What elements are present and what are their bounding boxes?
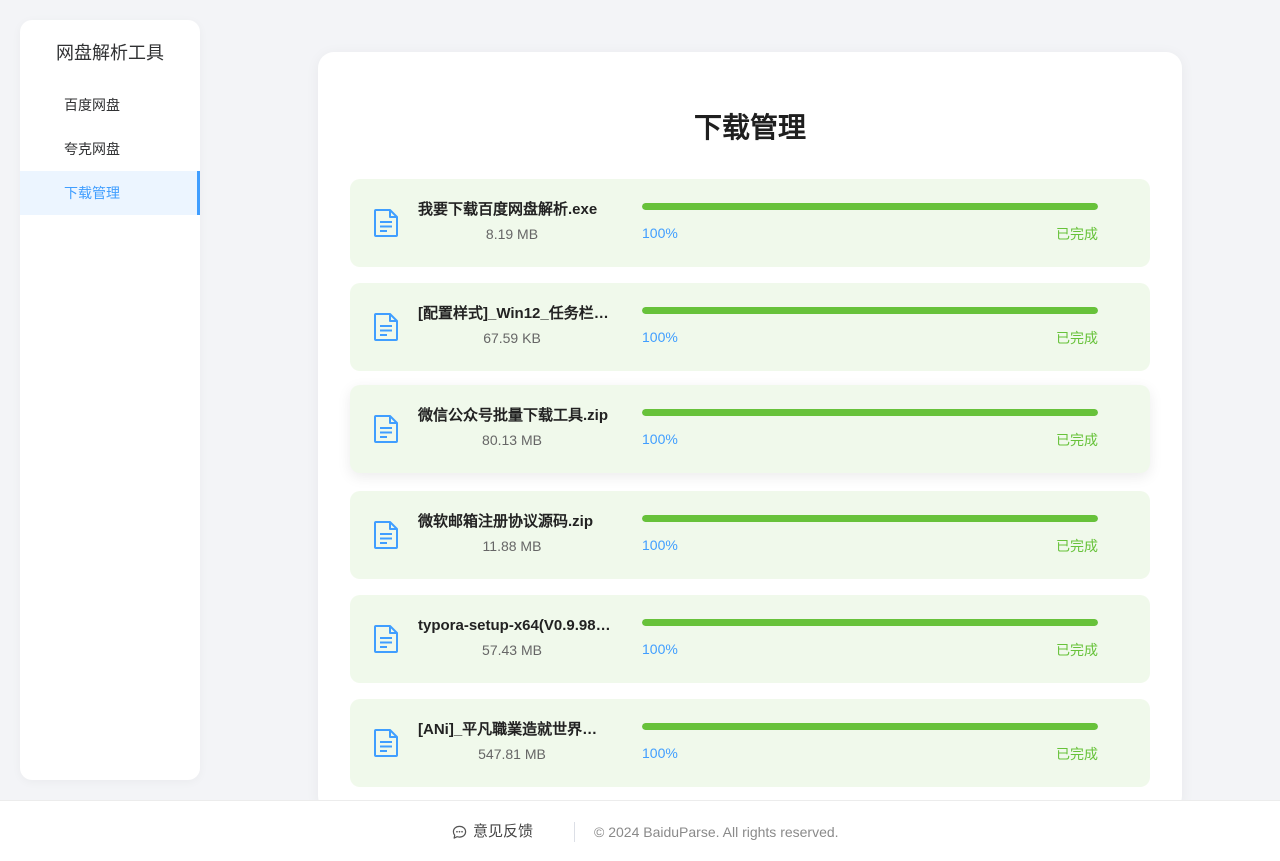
- footer: 意见反馈 © 2024 BaiduParse. All rights reser…: [0, 800, 1280, 861]
- footer-divider: [574, 822, 575, 842]
- download-item[interactable]: 微信公众号批量下载工具.zip 80.13 MB 100% 已完成: [350, 385, 1150, 473]
- file-size: 67.59 KB: [483, 330, 541, 346]
- download-item[interactable]: typora-setup-x64(V0.9.98).exe 57.43 MB 1…: [350, 595, 1150, 683]
- file-info: typora-setup-x64(V0.9.98).exe 57.43 MB: [412, 615, 612, 659]
- progress-bar: [642, 203, 1098, 210]
- sidebar-item-quark-pan[interactable]: 夸克网盘: [20, 127, 200, 171]
- progress-percent: 100%: [642, 329, 678, 345]
- file-size: 57.43 MB: [482, 642, 542, 658]
- file-name: 微信公众号批量下载工具.zip: [418, 407, 608, 424]
- file-info: 微软邮箱注册协议源码.zip 11.88 MB: [412, 511, 612, 555]
- progress-bar: [642, 307, 1098, 314]
- progress-percent: 100%: [642, 225, 678, 241]
- file-document-icon: [374, 521, 398, 549]
- progress-percent: 100%: [642, 537, 678, 553]
- file-size: 8.19 MB: [485, 226, 539, 242]
- file-name: [ANi]_平凡職業造就世界最強.mp4: [418, 721, 612, 738]
- progress-bar: [642, 619, 1098, 626]
- progress-fill: [642, 723, 1098, 730]
- progress-fill: [642, 619, 1098, 626]
- status-label: 已完成: [1056, 432, 1098, 448]
- file-document-icon: [374, 729, 398, 757]
- file-info: [ANi]_平凡職業造就世界最強.mp4 547.81 MB: [412, 719, 612, 763]
- file-name: 我要下载百度网盘解析.exe: [418, 201, 598, 218]
- progress-percent: 100%: [642, 431, 678, 447]
- status-label: 已完成: [1056, 538, 1098, 554]
- file-document-icon: [374, 313, 398, 341]
- progress-fill: [642, 409, 1098, 416]
- status-label: 已完成: [1056, 642, 1098, 658]
- sidebar-item-baidu-pan[interactable]: 百度网盘: [20, 83, 200, 127]
- sidebar-item-download-manager[interactable]: 下载管理: [20, 171, 200, 215]
- download-manager-panel: 下载管理 我要下载百度网盘解析.exe 8.19 MB 100% 已完成 [配置…: [318, 52, 1182, 812]
- progress-percent: 100%: [642, 745, 678, 761]
- download-item[interactable]: 微软邮箱注册协议源码.zip 11.88 MB 100% 已完成: [350, 491, 1150, 579]
- progress-bar: [642, 409, 1098, 416]
- feedback-link[interactable]: 意见反馈: [452, 822, 533, 842]
- file-document-icon: [374, 209, 398, 237]
- file-name: 微软邮箱注册协议源码.zip: [418, 513, 593, 530]
- progress-fill: [642, 203, 1098, 210]
- progress-fill: [642, 515, 1098, 522]
- file-document-icon: [374, 625, 398, 653]
- status-label: 已完成: [1056, 746, 1098, 762]
- sidebar: 网盘解析工具 百度网盘 夸克网盘 下载管理: [20, 20, 200, 780]
- file-size: 547.81 MB: [478, 746, 546, 762]
- file-info: 微信公众号批量下载工具.zip 80.13 MB: [412, 405, 612, 449]
- progress-bar: [642, 515, 1098, 522]
- progress-bar: [642, 723, 1098, 730]
- file-size: 80.13 MB: [482, 432, 542, 448]
- file-name: [配置样式]_Win12_任务栏.zip: [418, 305, 612, 322]
- download-item[interactable]: [ANi]_平凡職業造就世界最強.mp4 547.81 MB 100% 已完成: [350, 699, 1150, 787]
- page-title: 下载管理: [693, 112, 806, 143]
- file-name: typora-setup-x64(V0.9.98).exe: [418, 617, 612, 634]
- file-document-icon: [374, 415, 398, 443]
- status-label: 已完成: [1056, 330, 1098, 346]
- progress-fill: [642, 307, 1098, 314]
- feedback-label: 意见反馈: [473, 823, 534, 840]
- download-list: 我要下载百度网盘解析.exe 8.19 MB 100% 已完成 [配置样式]_W…: [350, 179, 1150, 787]
- progress-percent: 100%: [642, 641, 678, 657]
- file-info: 我要下载百度网盘解析.exe 8.19 MB: [412, 199, 612, 243]
- file-info: [配置样式]_Win12_任务栏.zip 67.59 KB: [412, 303, 612, 347]
- file-size: 11.88 MB: [482, 538, 542, 554]
- download-item[interactable]: 我要下载百度网盘解析.exe 8.19 MB 100% 已完成: [350, 179, 1150, 267]
- app-title: 网盘解析工具: [56, 43, 164, 63]
- chat-bubble-icon: [452, 825, 467, 839]
- sidebar-nav: 百度网盘 夸克网盘 下载管理: [20, 83, 200, 215]
- copyright-text: © 2024 BaiduParse. All rights reserved.: [594, 824, 839, 840]
- status-label: 已完成: [1056, 226, 1098, 242]
- download-item[interactable]: [配置样式]_Win12_任务栏.zip 67.59 KB 100% 已完成: [350, 283, 1150, 371]
